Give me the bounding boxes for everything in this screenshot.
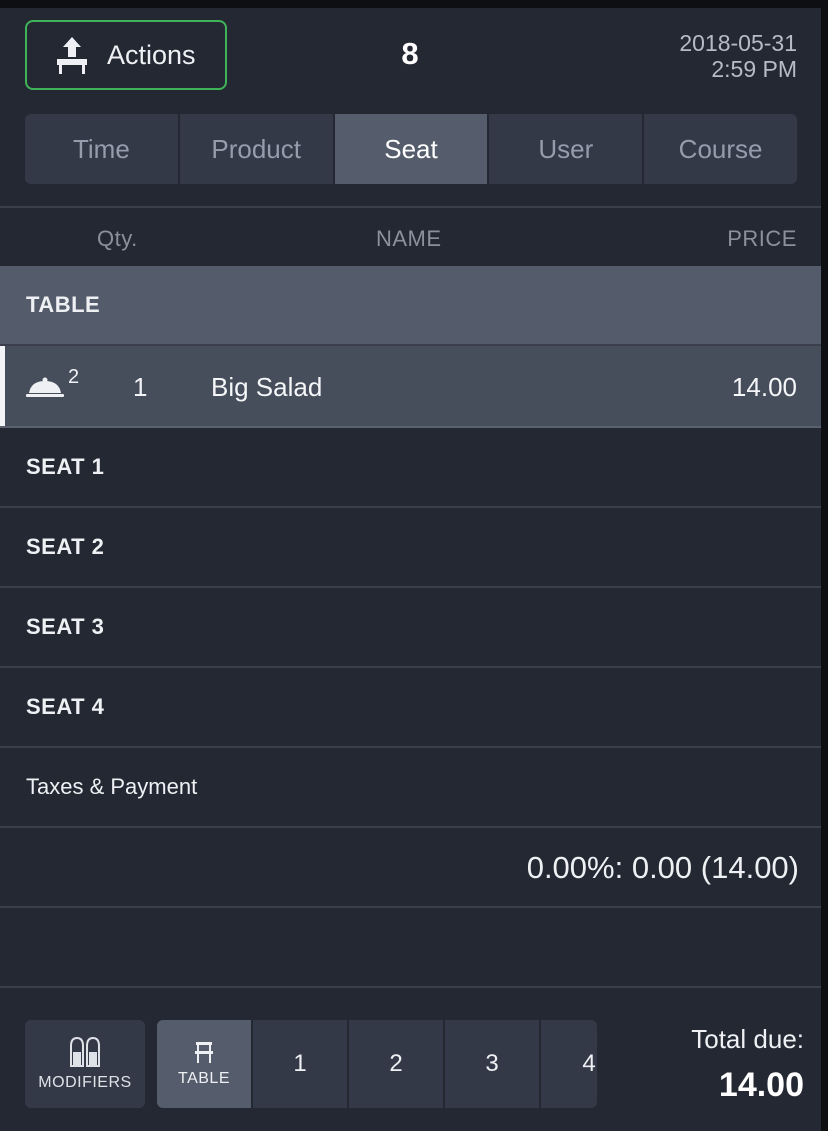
group-seat-3[interactable]: SEAT 3	[0, 588, 821, 668]
group-seat-2[interactable]: SEAT 2	[0, 508, 821, 588]
group-table-label: TABLE	[26, 292, 101, 317]
item-price: 14.00	[731, 372, 797, 402]
actions-button[interactable]: Actions	[25, 20, 227, 90]
seat-option-4[interactable]: 4	[541, 1020, 597, 1108]
modifiers-button[interactable]: MODIFIERS	[25, 1020, 145, 1108]
column-header-name: NAME	[376, 226, 442, 251]
chair-icon	[195, 1042, 213, 1063]
seat-option-1[interactable]: 1	[253, 1020, 349, 1108]
seat-option-table-label: TABLE	[178, 1070, 230, 1087]
order-date: 2018-05-31	[679, 30, 797, 56]
group-seat-3-label: SEAT 3	[26, 614, 105, 639]
group-seat-4[interactable]: SEAT 4	[0, 668, 821, 748]
taxes-summary: 0.00%: 0.00 (14.00)	[526, 850, 799, 885]
group-seat-2-label: SEAT 2	[26, 534, 105, 559]
tab-time[interactable]: Time	[25, 114, 180, 184]
tab-product[interactable]: Product	[180, 114, 335, 184]
selection-indicator	[0, 346, 5, 426]
order-panel: Actions 8 2018-05-31 2:59 PM Time Produc…	[0, 8, 821, 1131]
order-datetime: 2018-05-31 2:59 PM	[679, 30, 797, 82]
order-time: 2:59 PM	[711, 56, 797, 82]
group-table-header[interactable]: TABLE	[0, 266, 821, 346]
taxes-summary-row: 0.00%: 0.00 (14.00)	[0, 828, 821, 908]
modifiers-label: MODIFIERS	[38, 1074, 132, 1091]
seat-selector: TABLE 1 2 3 4	[157, 1020, 597, 1108]
item-name: Big Salad	[211, 372, 323, 402]
header-divider	[0, 206, 821, 208]
tab-user[interactable]: User	[489, 114, 645, 184]
tab-seat[interactable]: Seat	[334, 114, 490, 184]
seat-option-2[interactable]: 2	[349, 1020, 445, 1108]
group-seat-1[interactable]: SEAT 1	[0, 428, 821, 508]
taxes-payment-label: Taxes & Payment	[26, 774, 198, 799]
item-qty: 1	[133, 372, 148, 402]
order-item-row[interactable]: 2 1 Big Salad 14.00	[0, 346, 821, 428]
column-header-qty: Qty.	[97, 226, 138, 251]
total-due-value: 14.00	[718, 1066, 804, 1104]
cloche-icon	[26, 377, 64, 397]
tab-course[interactable]: Course	[644, 114, 797, 184]
group-seat-1-label: SEAT 1	[26, 454, 105, 479]
total-due-label: Total due:	[691, 1024, 804, 1054]
order-number: 8	[401, 36, 419, 71]
footer-divider	[0, 986, 821, 988]
share-icon	[57, 37, 87, 74]
seat-option-table[interactable]: TABLE	[157, 1020, 253, 1108]
grouping-tabs: Time Product Seat User Course	[25, 114, 797, 184]
taxes-payment-header[interactable]: Taxes & Payment	[0, 748, 821, 828]
column-header-price: PRICE	[727, 226, 797, 251]
salt-pepper-icon	[70, 1036, 100, 1067]
item-course: 2	[68, 366, 80, 388]
group-seat-4-label: SEAT 4	[26, 694, 105, 719]
actions-label: Actions	[107, 39, 196, 70]
seat-option-3[interactable]: 3	[445, 1020, 541, 1108]
